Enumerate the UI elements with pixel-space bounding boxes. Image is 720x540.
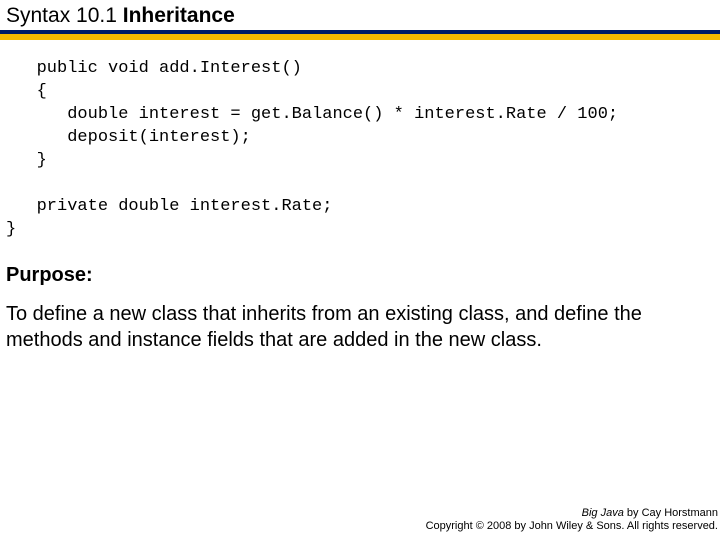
slide-content: public void add.Interest() { double inte… — [0, 40, 720, 353]
slide-title-wrap: Syntax 10.1 Inheritance — [0, 0, 720, 30]
footer-line1: Big Java by Cay Horstmann — [426, 507, 718, 521]
footer-author: by Cay Horstmann — [624, 507, 718, 519]
title-prefix: Syntax 10.1 — [6, 4, 123, 27]
title-bold: Inheritance — [123, 4, 235, 27]
code-block: public void add.Interest() { double inte… — [6, 58, 714, 242]
footer-book-title: Big Java — [582, 507, 624, 519]
purpose-heading: Purpose: — [6, 264, 714, 287]
purpose-body: To define a new class that inherits from… — [6, 301, 714, 353]
footer-line2: Copyright © 2008 by John Wiley & Sons. A… — [426, 520, 718, 534]
slide-title: Syntax 10.1 Inheritance — [6, 4, 235, 27]
slide-footer: Big Java by Cay Horstmann Copyright © 20… — [426, 507, 718, 535]
